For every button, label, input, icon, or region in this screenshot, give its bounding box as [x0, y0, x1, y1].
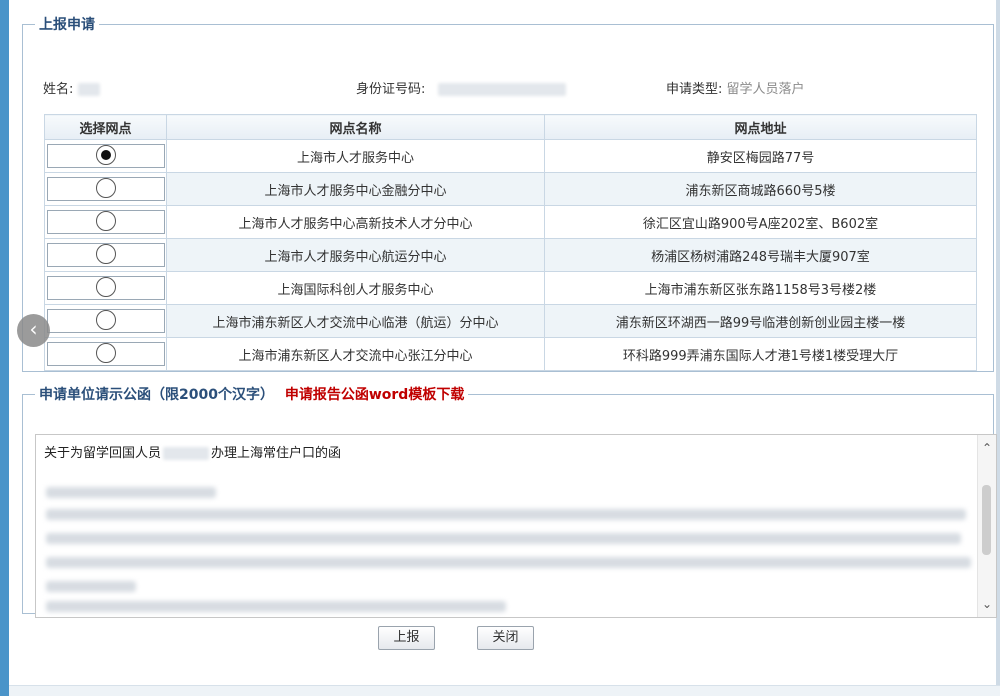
outlet-radio-4[interactable] [95, 244, 116, 264]
bottom-frame-rail [9, 685, 1000, 696]
blurred-text-line [46, 557, 971, 568]
outlet-name: 上海国际科创人才服务中心 [166, 271, 545, 305]
name-label: 姓名: [43, 82, 74, 97]
radio-box [46, 309, 165, 333]
table-row: 上海市人才服务中心 静安区梅园路77号 [44, 139, 977, 173]
select-cell [44, 139, 167, 173]
request-letter-title: 申请单位请示公函（限2000个汉字） 申请报告公函word模板下载 [35, 384, 468, 404]
radio-box [46, 177, 165, 201]
id-value-redacted [437, 83, 566, 96]
type-value: 留学人员落户 [726, 82, 805, 97]
select-cell [44, 271, 167, 305]
scroll-up-icon[interactable]: ⌃ [978, 439, 996, 457]
name-value-redacted [77, 83, 100, 96]
letter-heading-prefix: 关于为留学回国人员 [44, 446, 162, 461]
outlet-radio-6[interactable] [95, 310, 116, 330]
name-field: 姓名: [43, 78, 100, 97]
report-application-section: 上报申请 姓名: 身份证号码: 申请类型: 留学人员落户 选择网点 网点名称 网… [22, 14, 994, 372]
report-application-title: 上报申请 [39, 17, 95, 33]
table-row: 上海市浦东新区人才交流中心张江分中心 环科路999弄浦东国际人才港1号楼1楼受理… [44, 337, 977, 371]
select-cell [44, 337, 167, 371]
select-cell [44, 172, 167, 206]
blurred-text-line [46, 533, 961, 544]
outlet-address: 徐汇区宜山路900号A座202室、B602室 [544, 205, 977, 239]
select-cell [44, 304, 167, 338]
service-outlet-table: 选择网点 网点名称 网点地址 上海市人才服务中心 静安区梅园路77号 上海市人才… [44, 114, 977, 371]
outlet-address: 浦东新区商城路660号5楼 [544, 172, 977, 206]
outlet-name: 上海市浦东新区人才交流中心临港（航运）分中心 [166, 304, 545, 338]
radio-box [46, 243, 165, 267]
outlet-address: 杨浦区杨树浦路248号瑞丰大厦907室 [544, 238, 977, 272]
letter-scrollbar[interactable]: ⌃ ⌄ [977, 435, 996, 617]
applicant-info-row: 姓名: 身份证号码: 申请类型: 留学人员落户 [43, 78, 993, 98]
blurred-text-line [46, 509, 966, 520]
request-letter-label: 申请单位请示公函（限2000个汉字） [39, 387, 274, 403]
outlet-radio-7[interactable] [95, 343, 116, 363]
select-cell [44, 205, 167, 239]
request-letter-section: 申请单位请示公函（限2000个汉字） 申请报告公函word模板下载 关于为留学回… [22, 384, 997, 618]
table-row: 上海市人才服务中心高新技术人才分中心 徐汇区宜山路900号A座202室、B602… [44, 205, 977, 239]
close-button[interactable]: 关闭 [477, 626, 534, 650]
letter-heading-suffix: 办理上海常住户口的函 [211, 446, 342, 461]
id-field: 身份证号码: [356, 78, 566, 97]
blurred-text-line [46, 581, 136, 592]
outlet-radio-3[interactable] [95, 211, 116, 231]
outlet-address: 上海市浦东新区张东路1158号3号楼2楼 [544, 271, 977, 305]
outlet-name: 上海市人才服务中心 [166, 139, 545, 173]
scroll-down-icon[interactable]: ⌄ [978, 595, 996, 613]
blurred-text-line [46, 487, 216, 498]
table-row: 上海市人才服务中心航运分中心 杨浦区杨树浦路248号瑞丰大厦907室 [44, 238, 977, 272]
header-outlet-name: 网点名称 [166, 114, 545, 140]
left-frame-rail [0, 0, 9, 696]
template-download-link[interactable]: 申请报告公函word模板下载 [285, 387, 464, 403]
submit-button[interactable]: 上报 [378, 626, 435, 650]
outlet-radio-5[interactable] [95, 277, 116, 297]
outlet-address: 静安区梅园路77号 [544, 139, 977, 173]
radio-box [46, 342, 165, 366]
outlet-name: 上海市人才服务中心金融分中心 [166, 172, 545, 206]
outlet-address: 环科路999弄浦东国际人才港1号楼1楼受理大厅 [544, 337, 977, 371]
radio-box [46, 144, 165, 168]
prev-arrow-icon[interactable]: ‹ [17, 314, 50, 347]
type-label: 申请类型: [666, 82, 723, 97]
outlet-radio-2[interactable] [95, 178, 116, 198]
letter-name-redacted [163, 447, 210, 460]
outlet-name: 上海市浦东新区人才交流中心张江分中心 [166, 337, 545, 371]
table-header-row: 选择网点 网点名称 网点地址 [44, 114, 977, 140]
letter-heading: 关于为留学回国人员 办理上海常住户口的函 [44, 442, 341, 461]
table-row: 上海市人才服务中心金融分中心 浦东新区商城路660号5楼 [44, 172, 977, 206]
radio-box [46, 276, 165, 300]
blurred-text-line [46, 601, 506, 612]
table-row: 上海国际科创人才服务中心 上海市浦东新区张东路1158号3号楼2楼 [44, 271, 977, 305]
outlet-name: 上海市人才服务中心航运分中心 [166, 238, 545, 272]
header-outlet-address: 网点地址 [544, 114, 977, 140]
table-row: 上海市浦东新区人才交流中心临港（航运）分中心 浦东新区环湖西一路99号临港创新创… [44, 304, 977, 338]
id-label: 身份证号码: [356, 82, 426, 97]
header-select-outlet: 选择网点 [44, 114, 167, 140]
type-field: 申请类型: 留学人员落户 [666, 78, 805, 97]
select-cell [44, 238, 167, 272]
outlet-name: 上海市人才服务中心高新技术人才分中心 [166, 205, 545, 239]
radio-box [46, 210, 165, 234]
scroll-thumb[interactable] [982, 485, 991, 555]
outlet-address: 浦东新区环湖西一路99号临港创新创业园主楼一楼 [544, 304, 977, 338]
outlet-radio-1[interactable] [95, 145, 116, 165]
letter-textarea[interactable]: 关于为留学回国人员 办理上海常住户口的函 ⌃ ⌄ [35, 434, 997, 618]
